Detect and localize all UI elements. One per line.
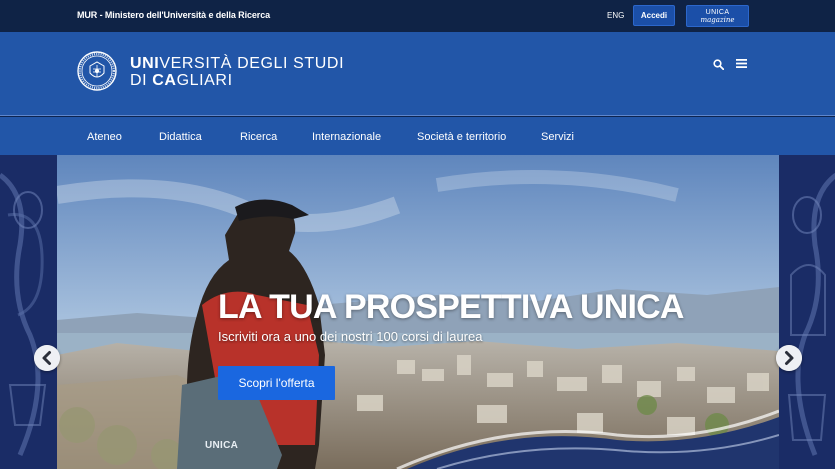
magazine-brand-text: UNICA [705,9,730,16]
language-switch-eng[interactable]: ENG [607,11,624,20]
name-line2-pre: DI [130,72,153,89]
hero-subtitle: Iscriviti ora a uno dei nostri 100 corsi… [218,329,483,344]
top-utility-bar: MUR - Ministero dell'Università e della … [0,0,835,32]
chevron-right-icon[interactable] [776,345,802,371]
nav-item-societa-territorio[interactable]: Società e territorio [417,131,506,143]
name-line1-rest: VERSITÀ DEGLI STUDI [159,55,345,72]
name-line2-bold: CA [152,72,177,89]
name-line2-rest: GLIARI [176,72,233,89]
mur-link[interactable]: MUR - Ministero dell'Università e della … [77,10,270,20]
chevron-left-icon[interactable] [34,345,60,371]
university-name[interactable]: UNIVERSITÀ DEGLI STUDI DI CAGLIARI [130,55,344,89]
nav-item-ricerca[interactable]: Ricerca [240,131,277,143]
site-header: UNIVERSITÀ DEGLI STUDI DI CAGLIARI [0,32,835,116]
hero-carousel: UNICA LA TUA PROSPETTIVA UNICA Iscriviti… [0,155,835,469]
nav-item-servizi[interactable]: Servizi [541,131,574,143]
nav-item-ateneo[interactable]: Ateneo [87,131,122,143]
hero-title: LA TUA PROSPETTIVA UNICA [218,288,684,326]
search-icon[interactable] [713,59,724,70]
unica-magazine-button[interactable]: UNICA magazine [686,5,749,27]
left-decorative-panel [0,155,57,469]
main-navigation: Ateneo Didattica Ricerca Internazionale … [0,117,835,155]
hamburger-menu-icon[interactable] [736,58,747,69]
nav-item-internazionale[interactable]: Internazionale [312,131,381,143]
bag-logo-text: UNICA [205,440,239,451]
discover-offer-button[interactable]: Scopri l'offerta [218,366,335,400]
name-line1-bold: UNI [130,55,160,72]
right-decorative-panel [779,155,835,469]
nav-item-didattica[interactable]: Didattica [159,131,202,143]
university-seal-logo[interactable] [77,51,117,91]
magazine-word-text: magazine [700,16,735,24]
login-button[interactable]: Accedi [633,5,675,26]
